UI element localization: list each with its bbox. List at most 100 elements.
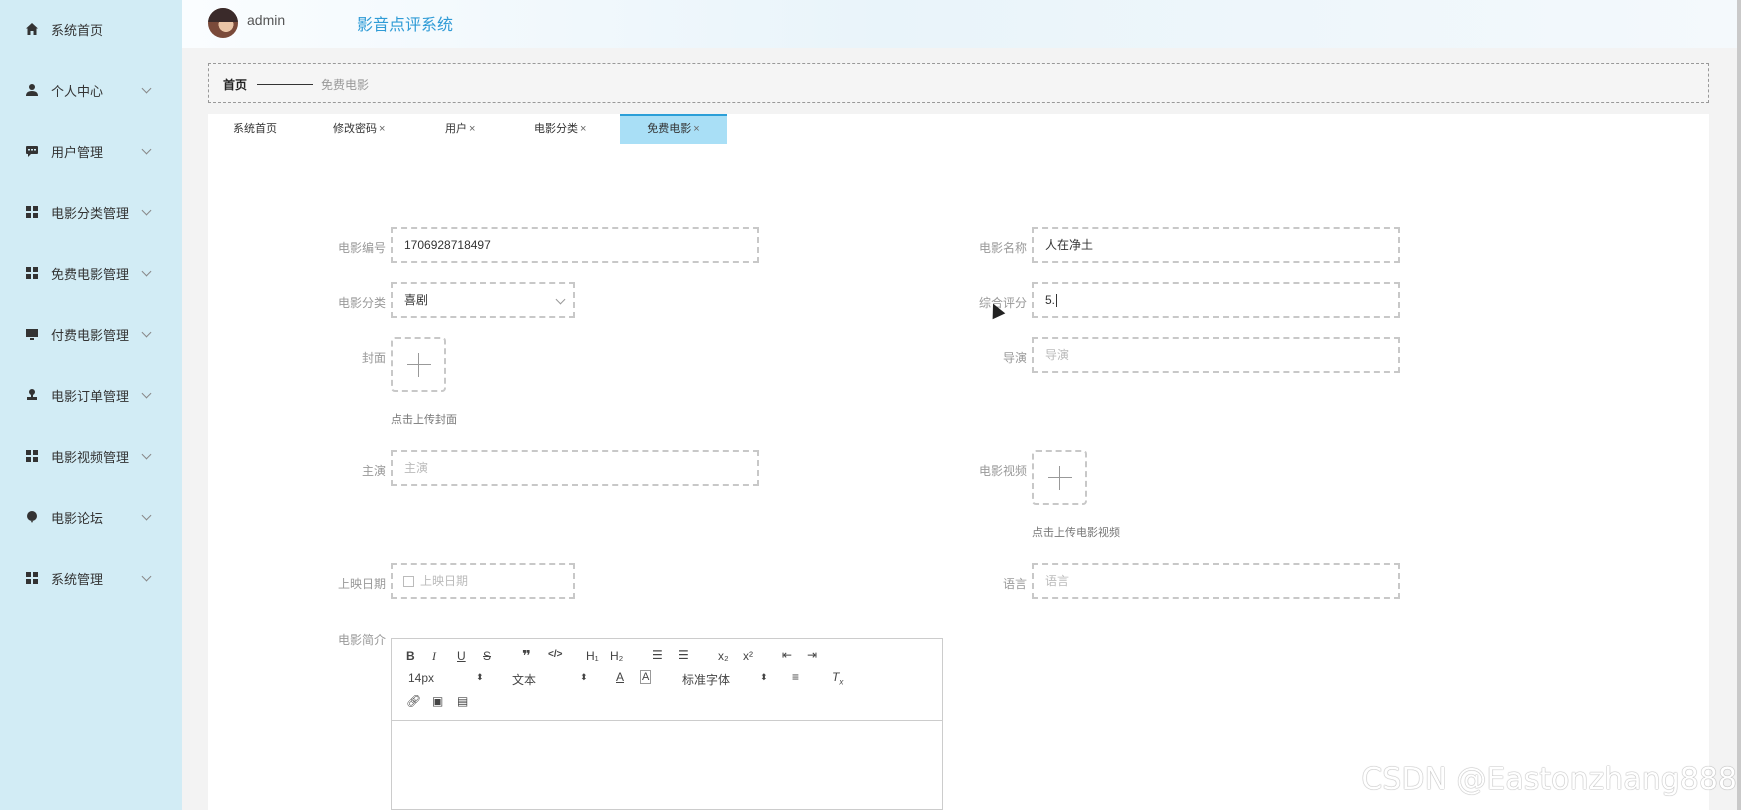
balloon-icon [25,510,39,524]
image-icon[interactable]: ▣ [432,694,443,708]
tab-label: 免费电影 [647,123,692,135]
breadcrumb-home[interactable]: 首页 [223,76,247,93]
tab-label: 电影分类 [534,123,578,135]
text-type-select[interactable]: 文本 ⬍ [512,671,588,688]
username[interactable]: admin [247,12,285,28]
sidebar-item-category-mgmt[interactable]: 电影分类管理 [0,192,182,232]
bold-icon[interactable]: B [406,649,415,663]
plus-icon-stroke [418,353,419,377]
editor-content[interactable] [392,721,942,809]
avatar[interactable] [208,8,238,38]
director-input[interactable]: 导演 [1032,337,1400,373]
movie-name-input[interactable]: 人在净土 [1032,227,1400,263]
clear-format-icon[interactable]: Tx [832,670,843,686]
text-type-value: 文本 [512,673,537,687]
movie-no-input[interactable]: 1706928718497 [391,227,759,263]
release-date-label: 上映日期 [337,577,386,591]
sidebar-item-home[interactable]: 系统首页 [0,9,182,49]
superscript-icon[interactable]: x² [743,649,753,663]
tab-users[interactable]: 用户 × [445,114,475,144]
movie-no-label: 电影编号 [337,241,386,255]
header-1-icon[interactable]: H₁ [586,649,599,663]
release-date-picker[interactable]: 上映日期 [391,563,575,599]
subscript-icon[interactable]: x₂ [718,649,729,663]
scrollbar[interactable] [1737,0,1741,810]
chevron-down-icon [141,327,152,338]
actors-label: 主演 [361,464,386,478]
tab-free-movie[interactable]: 免费电影 × [620,114,727,144]
sidebar-item-order-mgmt[interactable]: 电影订单管理 [0,375,182,415]
grid-icon [25,571,39,585]
align-icon[interactable]: ≡ [792,670,799,684]
video-label: 电影视频 [978,464,1027,478]
sidebar-item-video-mgmt[interactable]: 电影视频管理 [0,436,182,476]
text-color-icon[interactable]: A [616,670,624,684]
sidebar-item-free-movie-mgmt[interactable]: 免费电影管理 [0,253,182,293]
language-input[interactable]: 语言 [1032,563,1400,599]
chat-icon [25,144,39,158]
sidebar-item-forum[interactable]: 电影论坛 [0,497,182,537]
tab-change-password[interactable]: 修改密码 × [333,114,385,144]
watermark: CSDN @Eastonzhang888 [1361,762,1737,797]
video-icon[interactable]: ▤ [457,694,468,708]
sidebar-item-paid-movie-mgmt[interactable]: 付费电影管理 [0,314,182,354]
app-title: 影音点评系统 [357,17,454,34]
category-select[interactable]: 喜剧 [391,282,575,318]
close-icon[interactable]: × [379,123,385,135]
code-block-icon[interactable]: </> [548,649,562,660]
video-upload[interactable] [1032,450,1087,505]
close-icon[interactable]: × [580,123,586,135]
chevron-down-icon [141,449,152,460]
italic-icon[interactable]: I [432,649,436,664]
font-size-select[interactable]: 14px ⬍ [408,671,484,685]
background-color-icon[interactable]: A [640,670,652,684]
cover-upload[interactable] [391,337,446,392]
breadcrumb: 首页 免费电影 [208,63,1709,103]
breadcrumb-separator [257,84,313,85]
font-family-select[interactable]: 标准字体 ⬍ [682,671,768,688]
sidebar-item-label: 电影视频管理 [51,449,130,465]
ordered-list-icon[interactable]: ☰ [652,648,663,662]
grid-icon [25,205,39,219]
sidebar-item-label: 付费电影管理 [51,327,130,343]
sidebar-item-users[interactable]: 用户管理 [0,131,182,171]
plus-icon-stroke [1059,466,1060,490]
form-panel: 电影编号 1706928718497 电影名称 人在净土 电影分类 喜剧 综合评… [208,144,1709,810]
text-caret [1056,294,1058,308]
chevron-down-icon [141,205,152,216]
rating-input[interactable]: 5. [1032,282,1400,318]
actors-input[interactable]: 主演 [391,450,759,486]
outdent-icon[interactable]: ⇤ [782,648,792,662]
indent-icon[interactable]: ⇥ [807,648,817,662]
strike-icon[interactable]: S [483,649,491,663]
sidebar-item-label: 系统首页 [51,22,104,38]
tab-home[interactable]: 系统首页 [233,114,277,144]
sidebar-item-system-mgmt[interactable]: 系统管理 [0,558,182,598]
chevron-down-icon [555,294,566,305]
chevron-updown-icon: ⬍ [580,672,588,682]
rating-value: 5. [1045,293,1056,307]
underline-icon[interactable]: U [457,649,466,663]
tab-label: 用户 [445,123,467,135]
breadcrumb-current: 免费电影 [321,78,370,92]
tab-movie-category[interactable]: 电影分类 × [534,114,586,144]
calendar-icon [403,576,414,588]
home-icon [25,22,39,36]
header-2-icon[interactable]: H₂ [610,649,623,663]
close-icon[interactable]: × [693,123,699,135]
tabs-bar: 系统首页 修改密码 × 用户 × 电影分类 × 免费电影 × [208,114,1709,144]
close-icon[interactable]: × [469,123,475,135]
link-icon[interactable]: 🔗︎ [406,694,421,708]
chevron-down-icon [141,144,152,155]
blockquote-icon[interactable]: ❞ [522,647,531,665]
plus-icon [407,364,431,365]
sidebar-item-profile[interactable]: 个人中心 [0,70,182,110]
cover-upload-tip[interactable]: 点击上传封面 [391,411,457,427]
sidebar-item-label: 电影分类管理 [51,205,130,221]
intro-label: 电影简介 [337,633,386,647]
video-upload-tip[interactable]: 点击上传电影视频 [1032,524,1120,540]
category-label: 电影分类 [337,296,386,310]
bullet-list-icon[interactable]: ☰ [678,648,689,662]
language-label: 语言 [1002,577,1027,591]
tab-label: 系统首页 [233,123,277,135]
